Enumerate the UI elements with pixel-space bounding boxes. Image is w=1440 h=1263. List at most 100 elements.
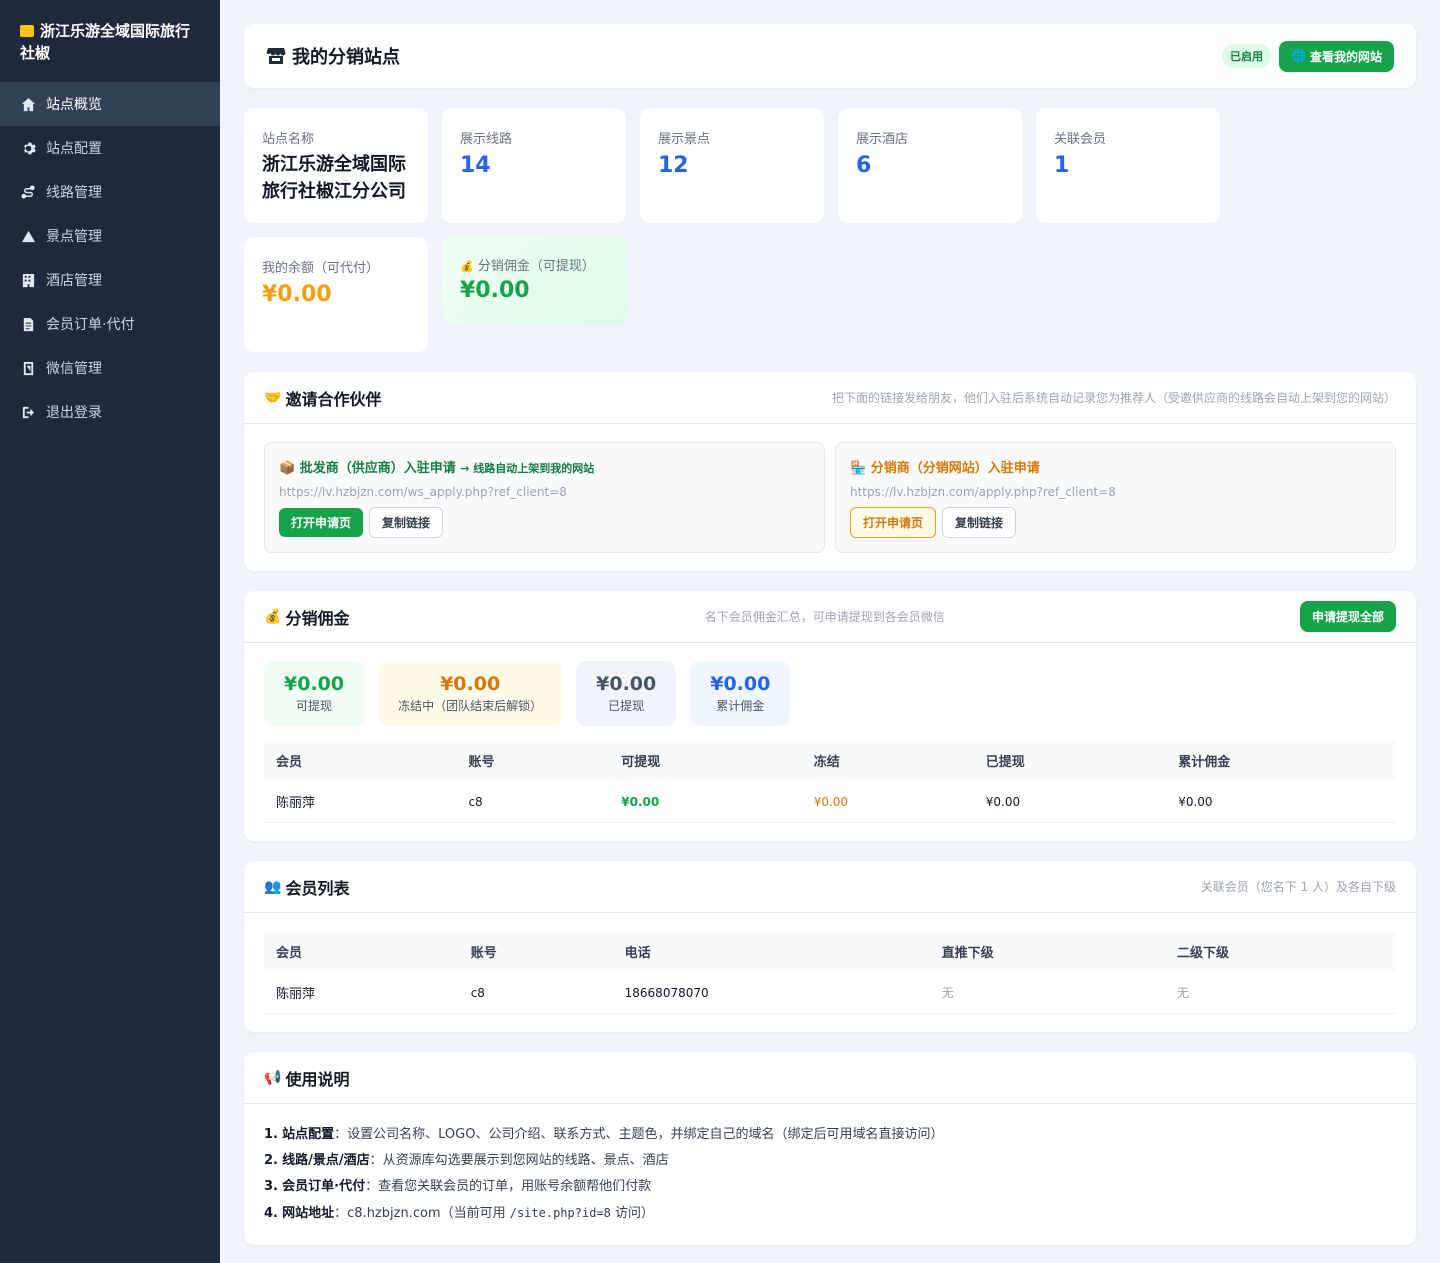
stat-value: 14 bbox=[460, 153, 491, 178]
commission-table: 会员 账号 可提现 冻结 已提现 累计佣金 陈丽萍 c8 ¥0.00 ¥0.00… bbox=[264, 740, 1396, 823]
column-header: 二级下级 bbox=[1165, 931, 1396, 972]
table-header-row: 会员 账号 可提现 冻结 已提现 累计佣金 bbox=[264, 740, 1396, 781]
wholesale-invite-card: 📦 批发商（供应商）入驻申请 → 线路自动上架到我的网站 https://lv.… bbox=[264, 442, 825, 553]
notes-header: 📢 使用说明 bbox=[244, 1052, 1416, 1104]
note-text: ：查看您关联会员的订单，用账号余额帮他们付款 bbox=[365, 1179, 652, 1194]
members-header: 👥 会员列表 关联会员（您名下 1 人）及各自下级 bbox=[244, 861, 1416, 913]
brand: 浙江乐游全域国际旅行社椒 bbox=[0, 0, 220, 82]
note-text: 访问） bbox=[610, 1206, 655, 1221]
stat-balance: 我的余额（可代付） ¥0.00 bbox=[244, 237, 428, 352]
summary-label: 累计佣金 bbox=[716, 699, 765, 713]
money-bag-icon: 💰 bbox=[264, 608, 282, 625]
wholesale-open-button[interactable]: 打开申请页 bbox=[279, 508, 364, 537]
sidebar-item-label: 退出登录 bbox=[46, 405, 102, 421]
status-badge: 已启用 bbox=[1222, 44, 1272, 68]
column-header: 已提现 bbox=[973, 740, 1167, 781]
commission-title-text: 分销佣金 bbox=[285, 608, 350, 628]
invite-section: 🤝 邀请合作伙伴 把下面的链接发给朋友，他们入驻后系统自动记录您为推荐人（受邀供应… bbox=[244, 372, 1416, 571]
column-header: 直推下级 bbox=[929, 931, 1166, 972]
wholesale-title-text: 批发商（供应商）入驻申请 bbox=[299, 461, 456, 476]
table-row: 陈丽萍 c8 ¥0.00 ¥0.00 ¥0.00 ¥0.00 bbox=[264, 781, 1396, 823]
sidebar-item-label: 站点概览 bbox=[46, 97, 102, 113]
stat-value: 1 bbox=[1054, 153, 1070, 178]
notes-list: 1. 站点配置：设置公司名称、LOGO、公司介绍、联系方式、主题色，并绑定自己的… bbox=[244, 1104, 1416, 1245]
sidebar-item-orders[interactable]: 会员订单·代付 bbox=[0, 302, 220, 346]
sidebar: 浙江乐游全域国际旅行社椒 站点概览 站点配置 线路管理 景点管理 酒店管理 会员… bbox=[0, 0, 220, 1263]
stat-value: 6 bbox=[856, 153, 872, 178]
sidebar-item-spots[interactable]: 景点管理 bbox=[0, 214, 220, 258]
sidebar-item-routes[interactable]: 线路管理 bbox=[0, 170, 220, 214]
stat-value: 浙江乐游全域国际旅行社椒江分公司 bbox=[262, 154, 406, 202]
members-section: 👥 会员列表 关联会员（您名下 1 人）及各自下级 会员 账号 电话 直推下级 二… bbox=[244, 861, 1416, 1032]
store-icon bbox=[266, 48, 286, 64]
stat-value: 12 bbox=[658, 153, 689, 178]
cell-withdrawn: ¥0.00 bbox=[973, 781, 1167, 823]
sidebar-item-logout[interactable]: 退出登录 bbox=[0, 390, 220, 434]
cell-member: 陈丽萍 bbox=[264, 781, 457, 823]
note-text: ：从资源库勾选要展示到您网站的线路、景点、酒店 bbox=[369, 1153, 669, 1168]
cell-phone: 18668078070 bbox=[612, 972, 930, 1014]
view-site-button[interactable]: 🌐 查看我的网站 bbox=[1279, 40, 1394, 72]
cell-account: c8 bbox=[456, 781, 610, 823]
notes-title: 📢 使用说明 bbox=[264, 1066, 349, 1090]
stat-label: 展示景点 bbox=[658, 132, 711, 147]
column-header: 可提现 bbox=[609, 740, 802, 781]
column-header: 会员 bbox=[264, 740, 457, 781]
stat-commission: 💰 分销佣金（可提现） ¥0.00 bbox=[442, 237, 626, 324]
stat-spots: 展示景点 12 bbox=[640, 108, 824, 223]
mountain-icon bbox=[20, 228, 36, 244]
notes-section: 📢 使用说明 1. 站点配置：设置公司名称、LOGO、公司介绍、联系方式、主题色，… bbox=[244, 1052, 1416, 1245]
cell-member: 陈丽萍 bbox=[264, 972, 459, 1014]
distributor-invite-card: 🏪 分销商（分销网站）入驻申请 https://lv.hzbjzn.com/ap… bbox=[835, 442, 1396, 553]
building-icon bbox=[20, 272, 36, 288]
summary-total: ¥0.00 累计佣金 bbox=[690, 661, 791, 726]
note-item: 3. 会员订单·代付：查看您关联会员的订单，用账号余额帮他们付款 bbox=[264, 1174, 1396, 1200]
note-code: /site.php?id=8 bbox=[509, 1206, 611, 1220]
distributor-copy-button[interactable]: 复制链接 bbox=[942, 507, 1017, 538]
table-row: 陈丽萍 c8 18668078070 无 无 bbox=[264, 972, 1396, 1014]
note-item: 1. 站点配置：设置公司名称、LOGO、公司介绍、联系方式、主题色，并绑定自己的… bbox=[264, 1122, 1396, 1148]
wholesale-copy-button[interactable]: 复制链接 bbox=[369, 507, 444, 538]
summary-value: ¥0.00 bbox=[440, 673, 501, 695]
cell-withdrawable: ¥0.00 bbox=[609, 781, 802, 823]
distributor-url: https://lv.hzbjzn.com/apply.php?ref_clie… bbox=[850, 485, 1116, 499]
sidebar-item-wechat[interactable]: 微信管理 bbox=[0, 346, 220, 390]
sidebar-item-overview[interactable]: 站点概览 bbox=[0, 82, 220, 126]
invite-hint: 把下面的链接发给朋友，他们入驻后系统自动记录您为推荐人（受邀供应商的线路会自动上… bbox=[831, 391, 1396, 405]
note-text: ：c8.hzbjzn.com（当前可用 bbox=[334, 1206, 510, 1221]
summary-value: ¥0.00 bbox=[284, 673, 345, 695]
table-header-row: 会员 账号 电话 直推下级 二级下级 bbox=[264, 931, 1396, 972]
sidebar-item-label: 会员订单·代付 bbox=[46, 317, 135, 333]
stat-label: 关联会员 bbox=[1054, 132, 1107, 147]
globe-icon: 🌐 bbox=[1291, 49, 1306, 63]
summary-value: ¥0.00 bbox=[710, 673, 771, 695]
people-icon: 👥 bbox=[264, 878, 282, 895]
summary-label: 可提现 bbox=[296, 699, 333, 713]
sidebar-item-hotels[interactable]: 酒店管理 bbox=[0, 258, 220, 302]
sidebar-item-config[interactable]: 站点配置 bbox=[0, 126, 220, 170]
distributor-open-button[interactable]: 打开申请页 bbox=[850, 507, 937, 538]
note-num: 1. bbox=[264, 1127, 278, 1142]
home-icon bbox=[20, 96, 36, 112]
route-icon bbox=[20, 184, 36, 200]
view-site-label: 查看我的网站 bbox=[1309, 49, 1382, 64]
shop-icon: 🏪 bbox=[850, 461, 867, 476]
summary-label: 已提现 bbox=[608, 699, 645, 713]
distributor-invite-title: 🏪 分销商（分销网站）入驻申请 bbox=[850, 457, 1381, 476]
note-key: 站点配置 bbox=[282, 1127, 335, 1142]
sidebar-item-label: 酒店管理 bbox=[46, 273, 102, 289]
wholesale-note: → 线路自动上架到我的网站 bbox=[460, 462, 595, 475]
main-content: 我的分销站点 已启用 🌐 查看我的网站 站点名称 浙江乐游全域国际旅行社椒江分公司… bbox=[244, 24, 1416, 1245]
note-text: ：设置公司名称、LOGO、公司介绍、联系方式、主题色，并绑定自己的域名（绑定后可… bbox=[334, 1127, 944, 1142]
column-header: 会员 bbox=[264, 931, 459, 972]
members-body: 会员 账号 电话 直推下级 二级下级 陈丽萍 c8 18668078070 无 … bbox=[244, 913, 1416, 1032]
withdraw-all-button[interactable]: 申请提现全部 bbox=[1299, 601, 1396, 632]
commission-hint: 名下会员佣金汇总，可申请提现到各会员微信 bbox=[704, 610, 945, 624]
column-header: 冻结 bbox=[801, 740, 974, 781]
invite-cards: 📦 批发商（供应商）入驻申请 → 线路自动上架到我的网站 https://lv.… bbox=[244, 424, 1416, 571]
invite-header: 🤝 邀请合作伙伴 把下面的链接发给朋友，他们入驻后系统自动记录您为推荐人（受邀供应… bbox=[244, 372, 1416, 424]
note-key: 线路/景点/酒店 bbox=[282, 1153, 370, 1168]
stat-label: 我的余额（可代付） bbox=[262, 261, 380, 276]
sidebar-item-label: 线路管理 bbox=[46, 185, 102, 201]
note-num: 4. bbox=[264, 1206, 278, 1221]
